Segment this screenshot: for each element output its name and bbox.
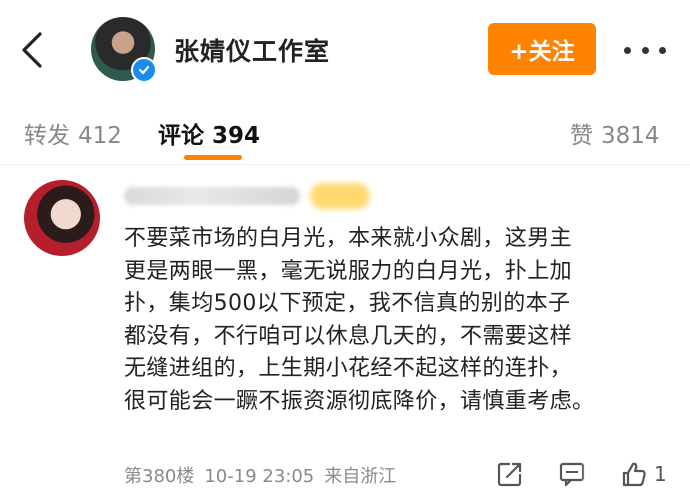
comment-floor: 第380楼 [124,466,195,487]
tab-likes[interactable]: 赞 3814 [570,116,660,150]
comment-line: 扑，集均500以下预定，我不信真的别的本子 [124,291,571,317]
like-button[interactable]: 1 [620,457,680,491]
tab-label: 转发 [24,123,70,149]
comment-line: 更是两眼一黑，毫无说服力的白月光，扑上加 [124,258,573,284]
active-tab-indicator [184,155,242,160]
tab-reposts[interactable]: 转发 412 [24,116,122,150]
comment-actions: 1 [496,457,690,491]
tab-comments[interactable]: 评论 394 [158,116,260,150]
tab-count: 394 [212,123,261,149]
thumbs-up-icon [622,462,646,487]
more-options-button[interactable] [624,40,666,60]
comment-line: 都没有，不行咱可以休息几天的，不需要这样 [124,323,573,349]
top-bar: 张婧仪工作室 +关注 [0,0,690,100]
comment-meta: 第380楼 10-19 23:05 来自浙江 [124,462,406,488]
dot-icon [659,46,666,54]
follow-button[interactable]: +关注 [488,23,596,75]
share-icon [497,462,522,487]
dot-icon [624,46,631,54]
comment-line: 无缝进组的，上生期小花经不起这样的连扑， [124,356,573,382]
back-button[interactable] [18,30,48,70]
account-name[interactable]: 张婧仪工作室 [174,32,330,68]
comment-location: 来自浙江 [324,466,397,487]
account-avatar[interactable] [91,17,157,83]
like-count: 1 [654,462,667,486]
comment-text: 不要菜市场的白月光，本来就小众剧，这男主 更是两眼一黑，毫无说服力的白月光，扑上… [124,223,669,419]
tab-label: 赞 [570,123,593,149]
blurred-user-badge [310,183,370,209]
tab-bar: 转发 412 评论 394 赞 3814 [0,100,690,165]
commenter-name-blurred[interactable] [124,181,374,211]
comment-icon [559,462,585,487]
comment-line: 很可能会一蹶不振资源彻底降价，请慎重考虑。 [124,388,595,414]
share-button[interactable] [496,457,526,491]
comment-line: 不要菜市场的白月光，本来就小众剧，这男主 [124,226,573,251]
tab-label: 评论 [158,123,204,149]
reply-button[interactable] [558,457,588,491]
tab-count: 412 [78,123,122,149]
comment-time: 10-19 23:05 [204,466,315,487]
comment-item: 不要菜市场的白月光，本来就小众剧，这男主 更是两眼一黑，毫无说服力的白月光，扑上… [0,165,690,503]
tab-count: 3814 [601,123,660,149]
dot-icon [641,46,649,54]
commenter-avatar[interactable] [24,180,100,256]
verified-badge-icon [131,57,157,83]
chevron-left-icon [22,32,42,68]
blurred-username [124,187,300,205]
